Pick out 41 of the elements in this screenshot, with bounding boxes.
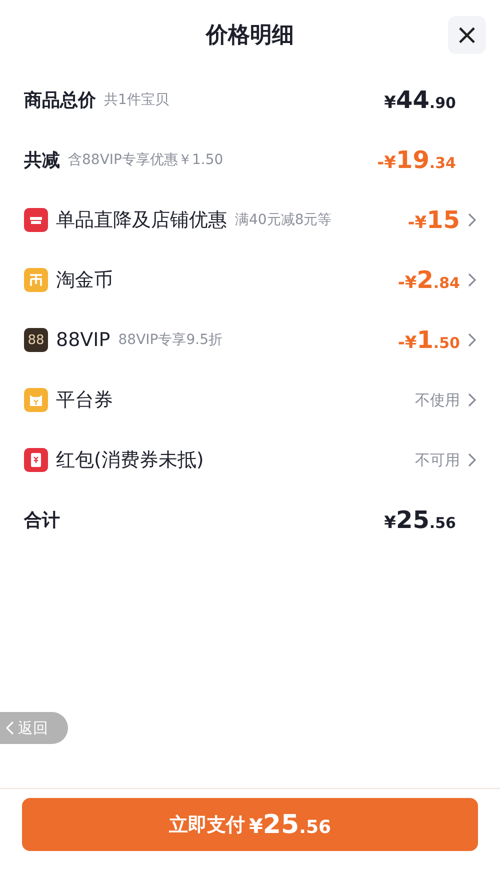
amount: -¥15 <box>408 206 460 234</box>
pay-label: 立即支付 <box>169 812 245 838</box>
pay-amount: ¥25.56 <box>249 810 331 840</box>
back-label: 返回 <box>18 718 48 738</box>
discount-row[interactable]: 88 88VIP 88VIP专享9.5折 -¥1.50 <box>24 310 476 370</box>
row-label: 商品总价 <box>24 89 96 112</box>
amount: -¥2.84 <box>398 266 460 294</box>
row-label: 淘金币 <box>56 268 113 293</box>
chevron-right-icon <box>468 333 476 347</box>
row-note: 共1件宝贝 <box>104 91 169 109</box>
sheet-title: 价格明细 <box>206 22 294 50</box>
coin-icon <box>24 268 48 292</box>
row-label: 红包(消费券未抵) <box>56 448 204 473</box>
amount: -¥19.34 <box>377 146 456 174</box>
envelope-icon <box>24 448 48 472</box>
row-label: 88VIP <box>56 329 110 351</box>
option-row[interactable]: 平台券 不使用 <box>24 370 476 430</box>
ticket-icon <box>24 388 48 412</box>
chevron-left-icon <box>6 721 14 735</box>
chevron-right-icon <box>468 273 476 287</box>
row-status: 不使用 <box>415 390 460 410</box>
close-button[interactable]: × <box>448 16 486 54</box>
store-icon <box>24 208 48 232</box>
chevron-right-icon <box>468 213 476 227</box>
row-label: 单品直降及店铺优惠 <box>56 208 227 233</box>
vip-icon: 88 <box>24 328 48 352</box>
option-row[interactable]: 红包(消费券未抵) 不可用 <box>24 430 476 490</box>
amount: ¥44.90 <box>384 86 456 114</box>
discount-row[interactable]: 淘金币 -¥2.84 <box>24 250 476 310</box>
row-label: 共减 <box>24 149 60 172</box>
row-label: 合计 <box>24 509 60 532</box>
discount-row[interactable]: 单品直降及店铺优惠 满40元减8元等 -¥15 <box>24 190 476 250</box>
amount: ¥25.56 <box>384 506 456 534</box>
row-note: 含88VIP专享优惠￥1.50 <box>68 151 224 169</box>
row-label: 平台券 <box>56 388 113 413</box>
chevron-right-icon <box>468 453 476 467</box>
row-note: 88VIP专享9.5折 <box>118 331 222 349</box>
chevron-right-icon <box>468 393 476 407</box>
amount: -¥1.50 <box>398 326 460 354</box>
row-note: 满40元减8元等 <box>235 211 332 229</box>
row-status: 不可用 <box>415 450 460 470</box>
